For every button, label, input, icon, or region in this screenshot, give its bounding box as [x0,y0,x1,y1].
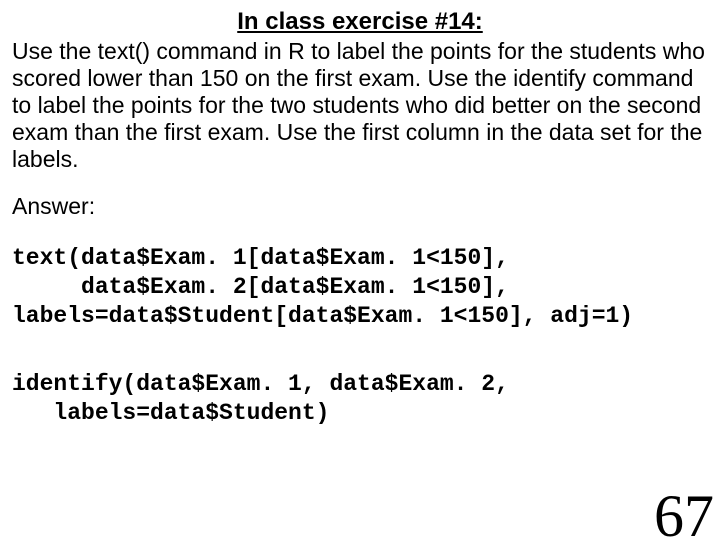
code-block-text-call: text(data$Exam. 1[data$Exam. 1<150], dat… [12,244,708,330]
exercise-prompt: Use the text() command in R to label the… [12,38,708,174]
code-block-identify-call: identify(data$Exam. 1, data$Exam. 2, lab… [12,370,708,428]
exercise-title: In class exercise #14: [12,8,708,36]
slide: In class exercise #14: Use the text() co… [0,0,720,540]
answer-label: Answer: [12,193,708,220]
page-number: 67 [654,486,714,540]
